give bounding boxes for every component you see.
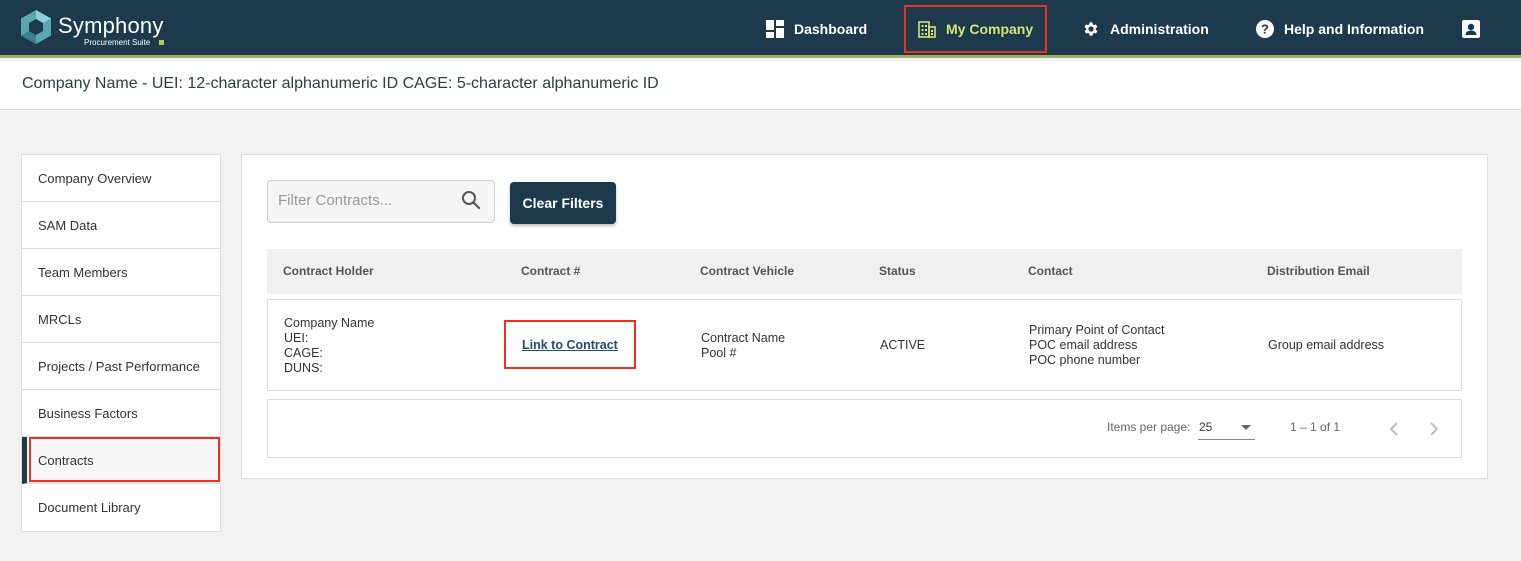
top-nav-bar: Symphony Procurement Suite Dashboard My … <box>0 0 1521 58</box>
brand-name: Symphony <box>58 13 164 38</box>
brand-accent-dot <box>159 40 164 45</box>
page-title: Company Name - UEI: 12-character alphanu… <box>22 75 659 92</box>
paginator: Items per page: 25 1 – 1 of 1 <box>267 399 1462 458</box>
holder-cage: CAGE: <box>284 346 323 360</box>
contact-phone: POC phone number <box>1029 353 1141 367</box>
items-per-page-label: Items per page: <box>1107 420 1191 434</box>
column-header-contact[interactable]: Contact <box>1028 264 1073 278</box>
company-header: Company Name - UEI: 12-character alphanu… <box>0 61 1521 110</box>
filter-contracts-input[interactable] <box>278 192 458 209</box>
contract-holder-cell: Company Name UEI: CAGE: DUNS: <box>284 316 374 376</box>
sidebar-item-projects[interactable]: Projects / Past Performance <box>22 343 220 390</box>
sidebar-item-mrcls[interactable]: MRCLs <box>22 296 220 343</box>
svg-text:?: ? <box>1261 22 1269 37</box>
previous-page-icon[interactable] <box>1384 418 1404 440</box>
holder-duns: DUNS: <box>284 361 323 375</box>
gear-icon <box>1084 22 1098 36</box>
contract-vehicle-cell: Contract Name Pool # <box>701 331 785 361</box>
help-icon: ? <box>1256 20 1274 38</box>
hexagon-logo-icon <box>21 10 51 44</box>
next-page-icon[interactable] <box>1424 418 1444 440</box>
nav-administration[interactable]: Administration <box>1082 0 1209 58</box>
distribution-email-cell: Group email address <box>1268 338 1385 352</box>
sidebar-item-team-members[interactable]: Team Members <box>22 249 220 296</box>
column-header-contract-vehicle[interactable]: Contract Vehicle <box>700 264 794 278</box>
dropdown-arrow-icon <box>1241 425 1251 430</box>
contact-cell: Primary Point of Contact POC email addre… <box>1029 323 1164 368</box>
nav-my-company-label: My Company <box>946 21 1034 37</box>
nav-profile[interactable] <box>1462 0 1490 58</box>
vehicle-contract-name: Contract Name <box>701 331 786 345</box>
holder-company-name: Company Name <box>284 316 375 330</box>
contract-link-highlight-box <box>504 320 636 369</box>
column-header-distribution-email[interactable]: Distribution Email <box>1267 264 1370 278</box>
sidebar-item-company-overview[interactable]: Company Overview <box>22 155 220 202</box>
sidebar-item-business-factors[interactable]: Business Factors <box>22 390 220 437</box>
items-per-page-value: 25 <box>1199 420 1213 434</box>
contact-email: POC email address <box>1029 338 1138 352</box>
vehicle-pool: Pool # <box>701 346 737 360</box>
brand-tagline: Procurement Suite <box>84 38 151 47</box>
person-icon <box>1462 20 1480 38</box>
contracts-highlight-box <box>29 437 220 482</box>
status-cell: ACTIVE <box>880 338 926 352</box>
column-header-contract-number[interactable]: Contract # <box>521 264 580 278</box>
clear-filters-button[interactable]: Clear Filters <box>510 182 616 224</box>
building-icon <box>918 21 936 38</box>
column-header-contract-holder[interactable]: Contract Holder <box>283 264 374 278</box>
table-row: Company Name UEI: CAGE: DUNS: Link to Co… <box>267 299 1462 391</box>
column-header-status[interactable]: Status <box>879 264 916 278</box>
grid-icon <box>766 20 784 38</box>
nav-help-label: Help and Information <box>1284 21 1424 37</box>
nav-help[interactable]: ? Help and Information <box>1256 0 1424 58</box>
nav-administration-label: Administration <box>1110 21 1209 37</box>
symphony-logo[interactable]: Symphony Procurement Suite <box>20 9 180 49</box>
sidebar-item-document-library[interactable]: Document Library <box>22 484 220 531</box>
nav-dashboard[interactable]: Dashboard <box>766 0 867 58</box>
holder-uei: UEI: <box>284 331 309 345</box>
contact-primary-poc: Primary Point of Contact <box>1029 323 1165 337</box>
items-per-page-select[interactable]: 25 <box>1198 414 1255 440</box>
page-range-label: 1 – 1 of 1 <box>1290 420 1341 434</box>
nav-my-company[interactable]: My Company <box>904 5 1047 53</box>
contracts-table-header: Contract Holder Contract # Contract Vehi… <box>267 249 1462 294</box>
sidebar-item-sam-data[interactable]: SAM Data <box>22 202 220 249</box>
nav-dashboard-label: Dashboard <box>794 21 868 37</box>
search-icon[interactable] <box>460 189 482 211</box>
filter-contracts-field[interactable] <box>267 180 495 223</box>
